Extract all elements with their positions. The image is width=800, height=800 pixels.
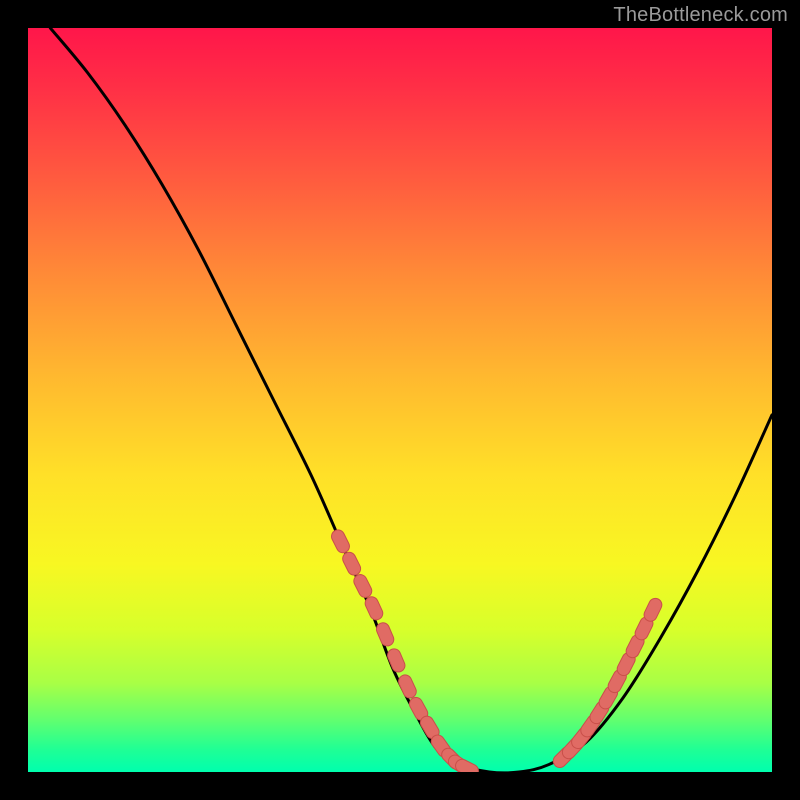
attribution-text: TheBottleneck.com bbox=[613, 4, 788, 27]
curve-layer bbox=[28, 28, 772, 772]
plot-area bbox=[28, 28, 772, 772]
data-marker bbox=[329, 528, 351, 555]
data-marker bbox=[397, 673, 419, 700]
bottleneck-curve bbox=[50, 28, 772, 772]
data-marker bbox=[386, 647, 407, 674]
data-marker bbox=[340, 550, 362, 577]
data-marker bbox=[363, 595, 385, 622]
data-marker bbox=[374, 621, 395, 648]
